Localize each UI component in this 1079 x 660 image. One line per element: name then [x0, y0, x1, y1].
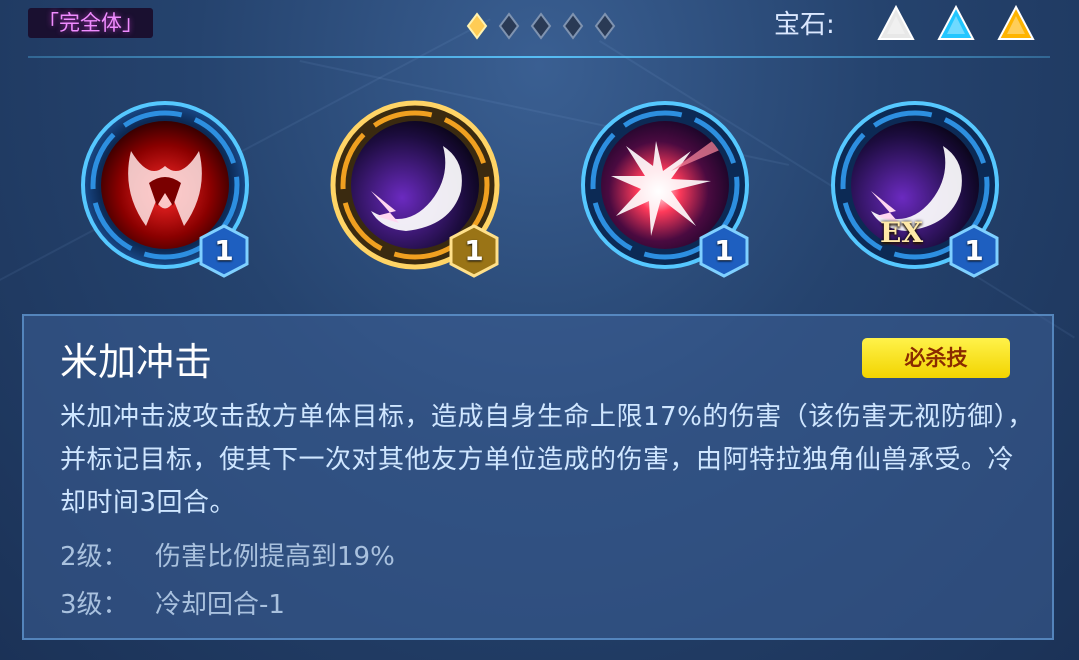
skill-detail-panel: 米加冲击 必杀技 米加冲击波攻击敌方单体目标，造成自身生命上限17%的伤害（该伤… [22, 314, 1054, 640]
top-bar: 「完全体」 宝石: [24, 0, 1050, 54]
upgrade-text: 冷却回合-1 [155, 590, 285, 620]
skill-slot-4[interactable]: EX 1 [830, 100, 1000, 278]
level-badge: 1 [948, 224, 1000, 278]
ex-badge: EX [880, 216, 924, 249]
skill-type-badge: 必杀技 [862, 338, 1010, 378]
gem-slots [876, 4, 1036, 44]
header-divider [28, 56, 1050, 58]
form-tag: 「完全体」 [28, 8, 153, 38]
page-dot[interactable] [496, 12, 522, 40]
page-dot-active[interactable] [464, 12, 490, 40]
upgrade-text: 伤害比例提高到19% [155, 542, 395, 572]
page-dot[interactable] [528, 12, 554, 40]
upgrade-level: 2级： [60, 542, 129, 572]
page-dot[interactable] [592, 12, 618, 40]
level-badge: 1 [698, 224, 750, 278]
page-indicator [464, 12, 618, 40]
blue-gem-icon[interactable] [936, 4, 976, 44]
upgrade-row: 2级： 伤害比例提高到19% [60, 538, 395, 576]
skill-slot-3[interactable]: 1 [580, 100, 750, 278]
page-dot[interactable] [560, 12, 586, 40]
skill-slot-2[interactable]: 1 [330, 100, 500, 278]
skill-description: 米加冲击波攻击敌方单体目标，造成自身生命上限17%的伤害（该伤害无视防御），并标… [60, 402, 1034, 518]
level-badge: 1 [198, 224, 250, 278]
gold-gem-icon[interactable] [996, 4, 1036, 44]
upgrade-row: 3级： 冷却回合-1 [60, 586, 285, 624]
upgrade-level: 3级： [60, 590, 129, 620]
skill-slot-1[interactable]: 1 [80, 100, 250, 278]
level-badge: 1 [448, 224, 500, 278]
skill-title: 米加冲击 [60, 340, 213, 384]
gem-label: 宝石: [774, 10, 835, 40]
white-gem-icon[interactable] [876, 4, 916, 44]
